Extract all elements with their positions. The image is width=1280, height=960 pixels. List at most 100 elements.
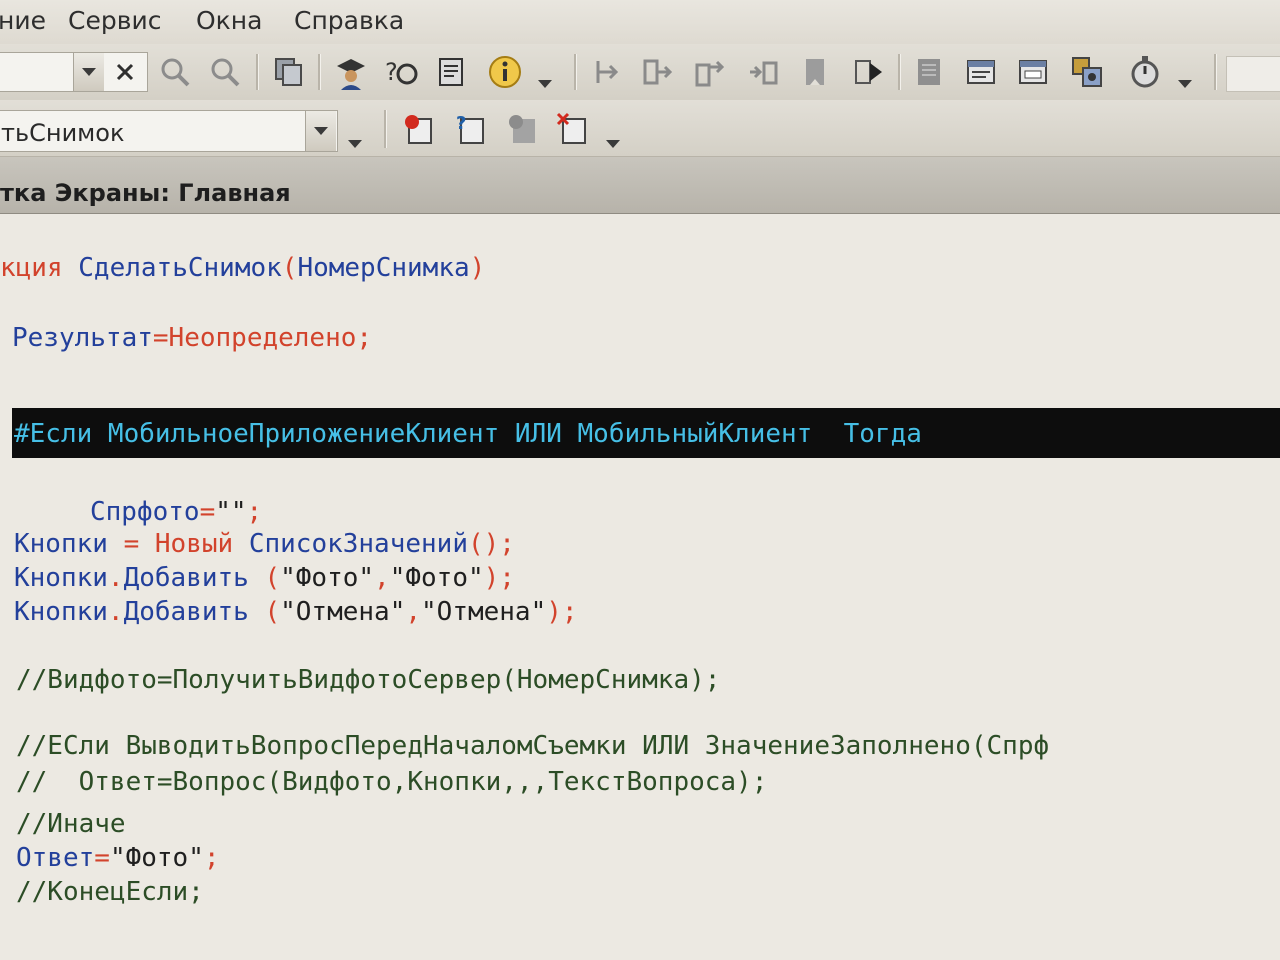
- code-string: "Фото": [280, 563, 375, 593]
- syntax-help-icon[interactable]: ?: [382, 53, 420, 91]
- svg-text:?: ?: [385, 58, 398, 86]
- search-combo[interactable]: [0, 52, 148, 92]
- code-paren: ): [469, 253, 486, 283]
- bookmark-icon[interactable]: [796, 53, 834, 91]
- code-line-10-comment: // Ответ=Вопрос(Видфото,Кнопки,,,ТекстВо…: [16, 767, 768, 797]
- info-dropdown-arrow[interactable]: [538, 80, 552, 88]
- step-out-icon[interactable]: [690, 53, 728, 91]
- step-into-icon[interactable]: [638, 53, 676, 91]
- toolbar-separator: [384, 110, 387, 148]
- code-string: "Отмена": [421, 597, 547, 627]
- code-keyword: кция: [0, 253, 63, 283]
- code-operator: ,: [374, 563, 390, 593]
- code-line-5: Кнопки = Новый СписокЗначений();: [14, 528, 515, 560]
- code-line-12: Ответ="Фото";: [16, 842, 220, 874]
- step-over-icon[interactable]: [744, 53, 782, 91]
- toolbar-row-1: ?: [0, 44, 1280, 100]
- copy-icon[interactable]: [270, 53, 308, 91]
- code-method: Добавить: [123, 597, 249, 627]
- code-method: Добавить: [123, 563, 249, 593]
- code-identifier: Результат: [12, 323, 153, 353]
- chevron-down-icon: [82, 68, 96, 76]
- toolbar-search-box[interactable]: [1226, 56, 1280, 92]
- toolbar-separator: [898, 54, 901, 90]
- timer-dropdown-arrow[interactable]: [1178, 80, 1192, 88]
- code-identifier: Ответ: [16, 843, 95, 873]
- code-string: "Фото": [389, 563, 484, 593]
- calc-icon[interactable]: [1068, 53, 1106, 91]
- info-icon[interactable]: [486, 53, 524, 91]
- wizard-icon[interactable]: [332, 53, 370, 91]
- template-icon[interactable]: [432, 53, 470, 91]
- toolbar-separator: [1214, 54, 1217, 90]
- module-icon[interactable]: [910, 53, 948, 91]
- code-line-11-comment: //Иначе: [16, 809, 126, 839]
- svg-text:?: ?: [456, 113, 466, 134]
- code-identifier: Спрфото: [90, 497, 200, 527]
- breakpoint-dropdown-arrow[interactable]: [606, 140, 620, 148]
- menu-item-help[interactable]: Справка: [294, 6, 404, 35]
- code-function-name: СделатьСнимок: [78, 253, 282, 283]
- code-line-13-comment: //КонецЕсли;: [16, 877, 204, 907]
- code-line-1: кция СделатьСнимок(НомерСнимка): [0, 252, 485, 284]
- breakpoint-remove-icon[interactable]: [554, 110, 592, 148]
- menu-item-windows[interactable]: Окна: [196, 6, 262, 35]
- code-operator: =: [199, 497, 216, 527]
- procedure-combo[interactable]: тьСнимок: [0, 110, 338, 152]
- code-operator: =: [94, 843, 110, 873]
- code-parameter: НомерСнимка: [297, 253, 470, 283]
- code-paren: (: [281, 253, 298, 283]
- procedure-combo-dropdown-button[interactable]: [305, 111, 336, 151]
- clear-icon[interactable]: [107, 57, 143, 87]
- menu-item-service[interactable]: Сервис: [68, 6, 161, 35]
- code-operator: .: [107, 563, 124, 593]
- toolbar-separator: [256, 54, 259, 90]
- code-line-6: Кнопки.Добавить ("Фото","Фото");: [14, 562, 515, 594]
- code-line-2: Результат=Неопределено;: [12, 322, 372, 354]
- code-string: "": [215, 497, 247, 527]
- code-identifier: Кнопки: [14, 597, 108, 627]
- chevron-down-icon: [314, 127, 328, 135]
- code-operator: =: [107, 529, 155, 559]
- breakpoint-add-icon[interactable]: [400, 110, 438, 148]
- code-operator: );: [483, 563, 515, 593]
- code-operator: .: [107, 597, 124, 627]
- code-operator: ();: [467, 529, 515, 559]
- timer-icon[interactable]: [1126, 53, 1164, 91]
- indent-icon[interactable]: [588, 53, 626, 91]
- menu-item-edit[interactable]: ние: [0, 6, 46, 35]
- search-next-icon[interactable]: [206, 53, 244, 91]
- code-identifier: Кнопки: [14, 563, 108, 593]
- code-operator: ;: [246, 497, 263, 527]
- chevron-down-icon: [348, 140, 362, 148]
- breakpoint-list-icon[interactable]: ?: [452, 110, 490, 148]
- chevron-down-icon: [538, 80, 552, 88]
- code-line-7: Кнопки.Добавить ("Отмена","Отмена");: [14, 596, 578, 628]
- code-operator: (: [248, 563, 281, 593]
- procedure-dropdown-arrow[interactable]: [348, 140, 362, 148]
- code-line-8-comment: //Видфото=ПолучитьВидфотоСервер(НомерСни…: [16, 665, 721, 695]
- procedure-combo-value: тьСнимок: [1, 119, 125, 147]
- chevron-down-icon: [606, 140, 620, 148]
- search-combo-dropdown-button[interactable]: [73, 53, 104, 91]
- code-operator: ;: [356, 323, 373, 353]
- code-line-4: Спрфото="";: [90, 496, 262, 528]
- code-operator: );: [546, 597, 578, 627]
- module-title: тка Экраны: Главная: [0, 179, 291, 207]
- code-identifier: Кнопки: [14, 529, 108, 559]
- menu-bar: ние Сервис Окна Справка: [0, 0, 1280, 44]
- breakpoint-disable-icon[interactable]: [504, 110, 542, 148]
- search-prev-icon[interactable]: [156, 53, 194, 91]
- chevron-down-icon: [1178, 80, 1192, 88]
- toolbar-separator: [574, 54, 577, 90]
- code-operator: ,: [405, 597, 422, 627]
- form-icon[interactable]: [1014, 53, 1052, 91]
- code-operator: =: [152, 323, 169, 353]
- code-line-3-preprocessor: #Если МобильноеПриложениеКлиент ИЛИ Моби…: [14, 419, 922, 449]
- toolbar-row-2: тьСнимок ?: [0, 100, 1280, 157]
- toolbar-separator: [318, 54, 321, 90]
- code-keyword: Неопределено: [168, 323, 357, 353]
- run-to-cursor-icon[interactable]: [850, 53, 888, 91]
- code-operator: ;: [203, 843, 220, 873]
- properties-icon[interactable]: [962, 53, 1000, 91]
